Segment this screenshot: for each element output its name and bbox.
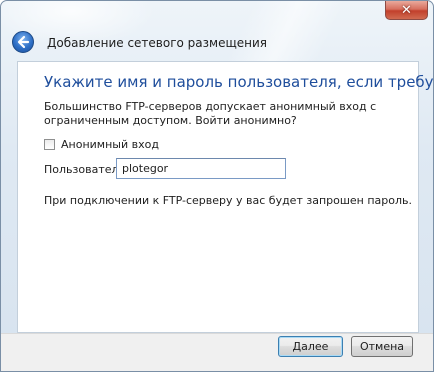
dialog-window: ✕ Добавление сетевого размещения Укажите… — [0, 0, 434, 372]
username-input[interactable] — [116, 158, 286, 179]
back-button[interactable] — [12, 31, 34, 53]
cancel-button[interactable]: Отмена — [351, 336, 413, 357]
anonymous-login-option[interactable]: Анонимный вход — [44, 138, 159, 151]
content-panel: Укажите имя и пароль пользователя, если … — [17, 61, 433, 333]
password-note: При подключении к FTP-серверу у вас буде… — [44, 194, 413, 207]
description-text: Большинство FTP-серверов допускает анони… — [44, 100, 377, 127]
page-heading: Укажите имя и пароль пользователя, если … — [44, 73, 434, 91]
anonymous-login-label[interactable]: Анонимный вход — [61, 138, 159, 151]
close-button[interactable]: ✕ — [385, 1, 428, 20]
window-title: Добавление сетевого размещения — [47, 36, 268, 50]
close-icon: ✕ — [401, 2, 412, 18]
next-button[interactable]: Далее — [278, 336, 343, 357]
anonymous-login-checkbox[interactable] — [44, 139, 55, 150]
back-arrow-icon — [17, 35, 30, 49]
footer-bar: Далее Отмена — [1, 333, 433, 371]
